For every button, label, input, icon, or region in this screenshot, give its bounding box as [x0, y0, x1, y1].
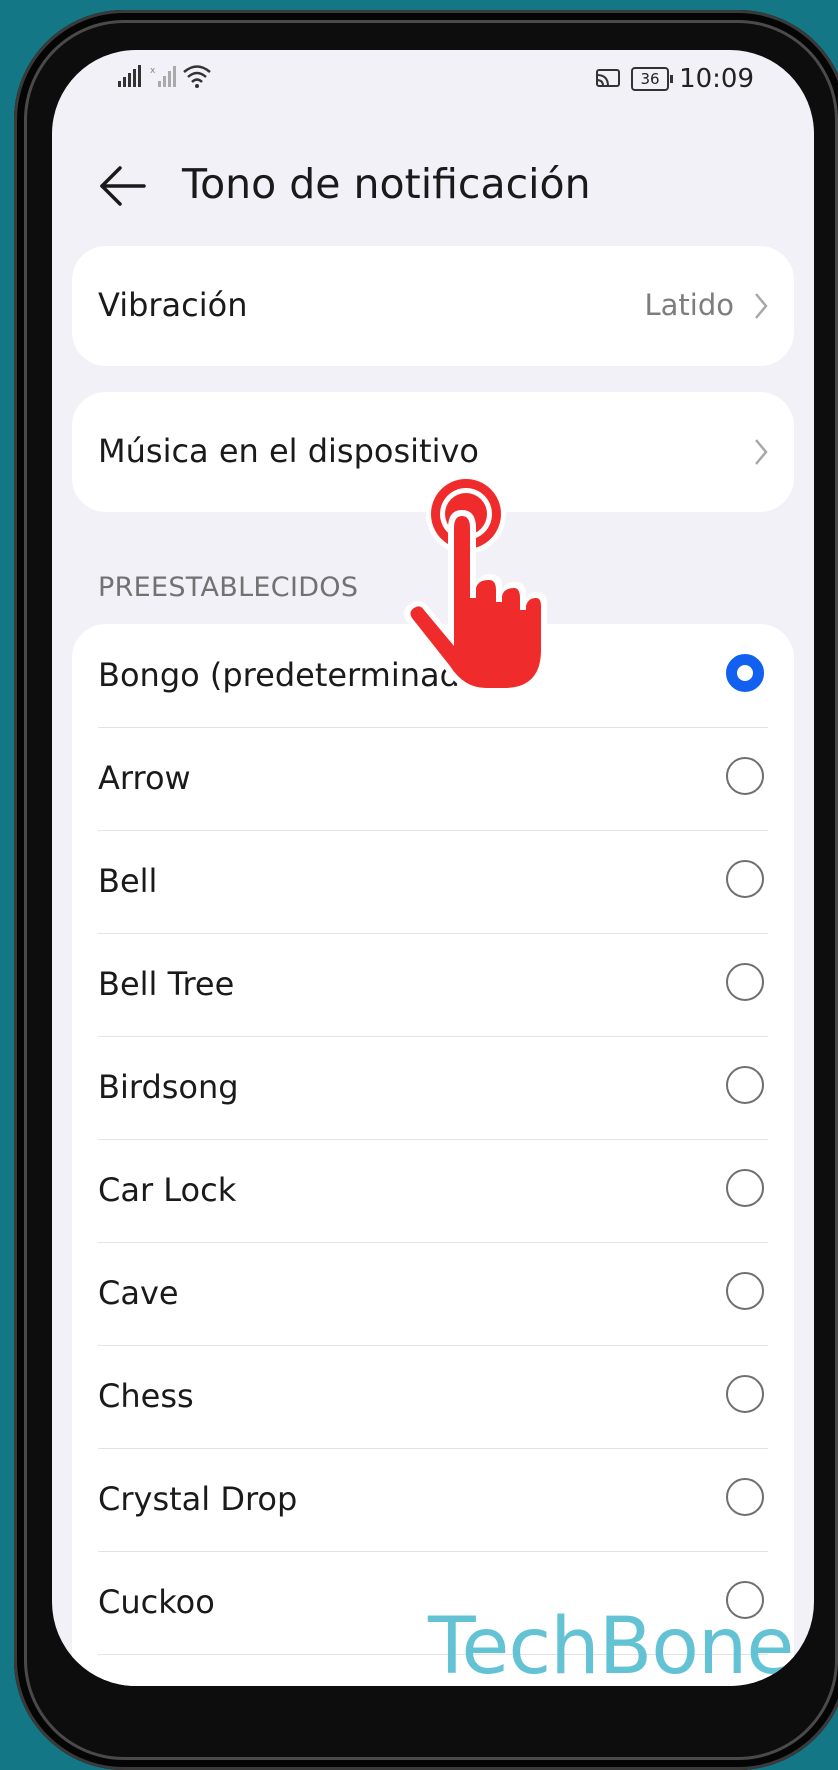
list-item[interactable]: Crystal Drop	[98, 1448, 768, 1552]
list-item[interactable]: Bell	[98, 830, 768, 934]
radio-button[interactable]	[726, 1478, 764, 1516]
list-item-label: Bell	[98, 862, 158, 900]
list-item-label: Cave	[98, 1274, 179, 1312]
list-item[interactable]: Bell Tree	[98, 933, 768, 1037]
page-title: Tono de notificación	[182, 160, 591, 208]
arrow-left-icon	[100, 166, 146, 206]
svg-text:x: x	[150, 66, 156, 76]
radio-button[interactable]	[726, 963, 764, 1001]
section-title-presets: PREESTABLECIDOS	[98, 572, 359, 603]
vibration-label: Vibración	[98, 286, 248, 324]
list-item[interactable]: Car Lock	[98, 1139, 768, 1243]
list-item-label: Cuckoo	[98, 1583, 215, 1621]
status-bar: x 36 10:09	[52, 50, 814, 110]
presets-list: Bongo (predeterminado) Arrow Bell Bell T…	[72, 624, 794, 1686]
signal-no-sim-icon: x	[150, 66, 176, 87]
radio-button[interactable]	[726, 1066, 764, 1104]
radio-button[interactable]	[726, 1169, 764, 1207]
list-item-label: Chess	[98, 1377, 194, 1415]
status-time: 10:09	[679, 64, 754, 94]
list-item-label: Bell Tree	[98, 965, 235, 1003]
radio-button[interactable]	[726, 1375, 764, 1413]
watermark-logo: TechBone	[428, 1602, 794, 1686]
chevron-right-icon	[755, 439, 768, 465]
device-music-label: Música en el dispositivo	[98, 432, 479, 470]
chevron-right-icon	[755, 293, 768, 319]
list-item[interactable]: Chess	[98, 1345, 768, 1449]
radio-button-checked[interactable]	[726, 654, 764, 692]
wifi-icon	[183, 65, 211, 88]
list-item-label: Car Lock	[98, 1171, 237, 1209]
tap-hand-icon	[403, 474, 547, 694]
list-item[interactable]: Arrow	[98, 727, 768, 831]
list-item-label: Crystal Drop	[98, 1480, 298, 1518]
list-item-label: Birdsong	[98, 1068, 239, 1106]
radio-button[interactable]	[726, 757, 764, 795]
list-item[interactable]: Birdsong	[98, 1036, 768, 1140]
radio-button[interactable]	[726, 1272, 764, 1310]
back-button[interactable]	[96, 162, 148, 210]
phone-screen: x 36 10:09 Tono de notificación Vibració…	[52, 50, 814, 1686]
cast-icon	[596, 69, 621, 87]
vibration-row[interactable]: Vibración Latido	[72, 246, 794, 366]
vibration-value: Latido	[644, 288, 734, 322]
list-item-label: Arrow	[98, 759, 191, 797]
app-header: Tono de notificación	[52, 146, 814, 226]
battery-icon: 36	[631, 67, 674, 91]
signal-icon	[118, 65, 141, 87]
radio-button[interactable]	[726, 860, 764, 898]
list-item[interactable]: Cave	[98, 1242, 768, 1346]
